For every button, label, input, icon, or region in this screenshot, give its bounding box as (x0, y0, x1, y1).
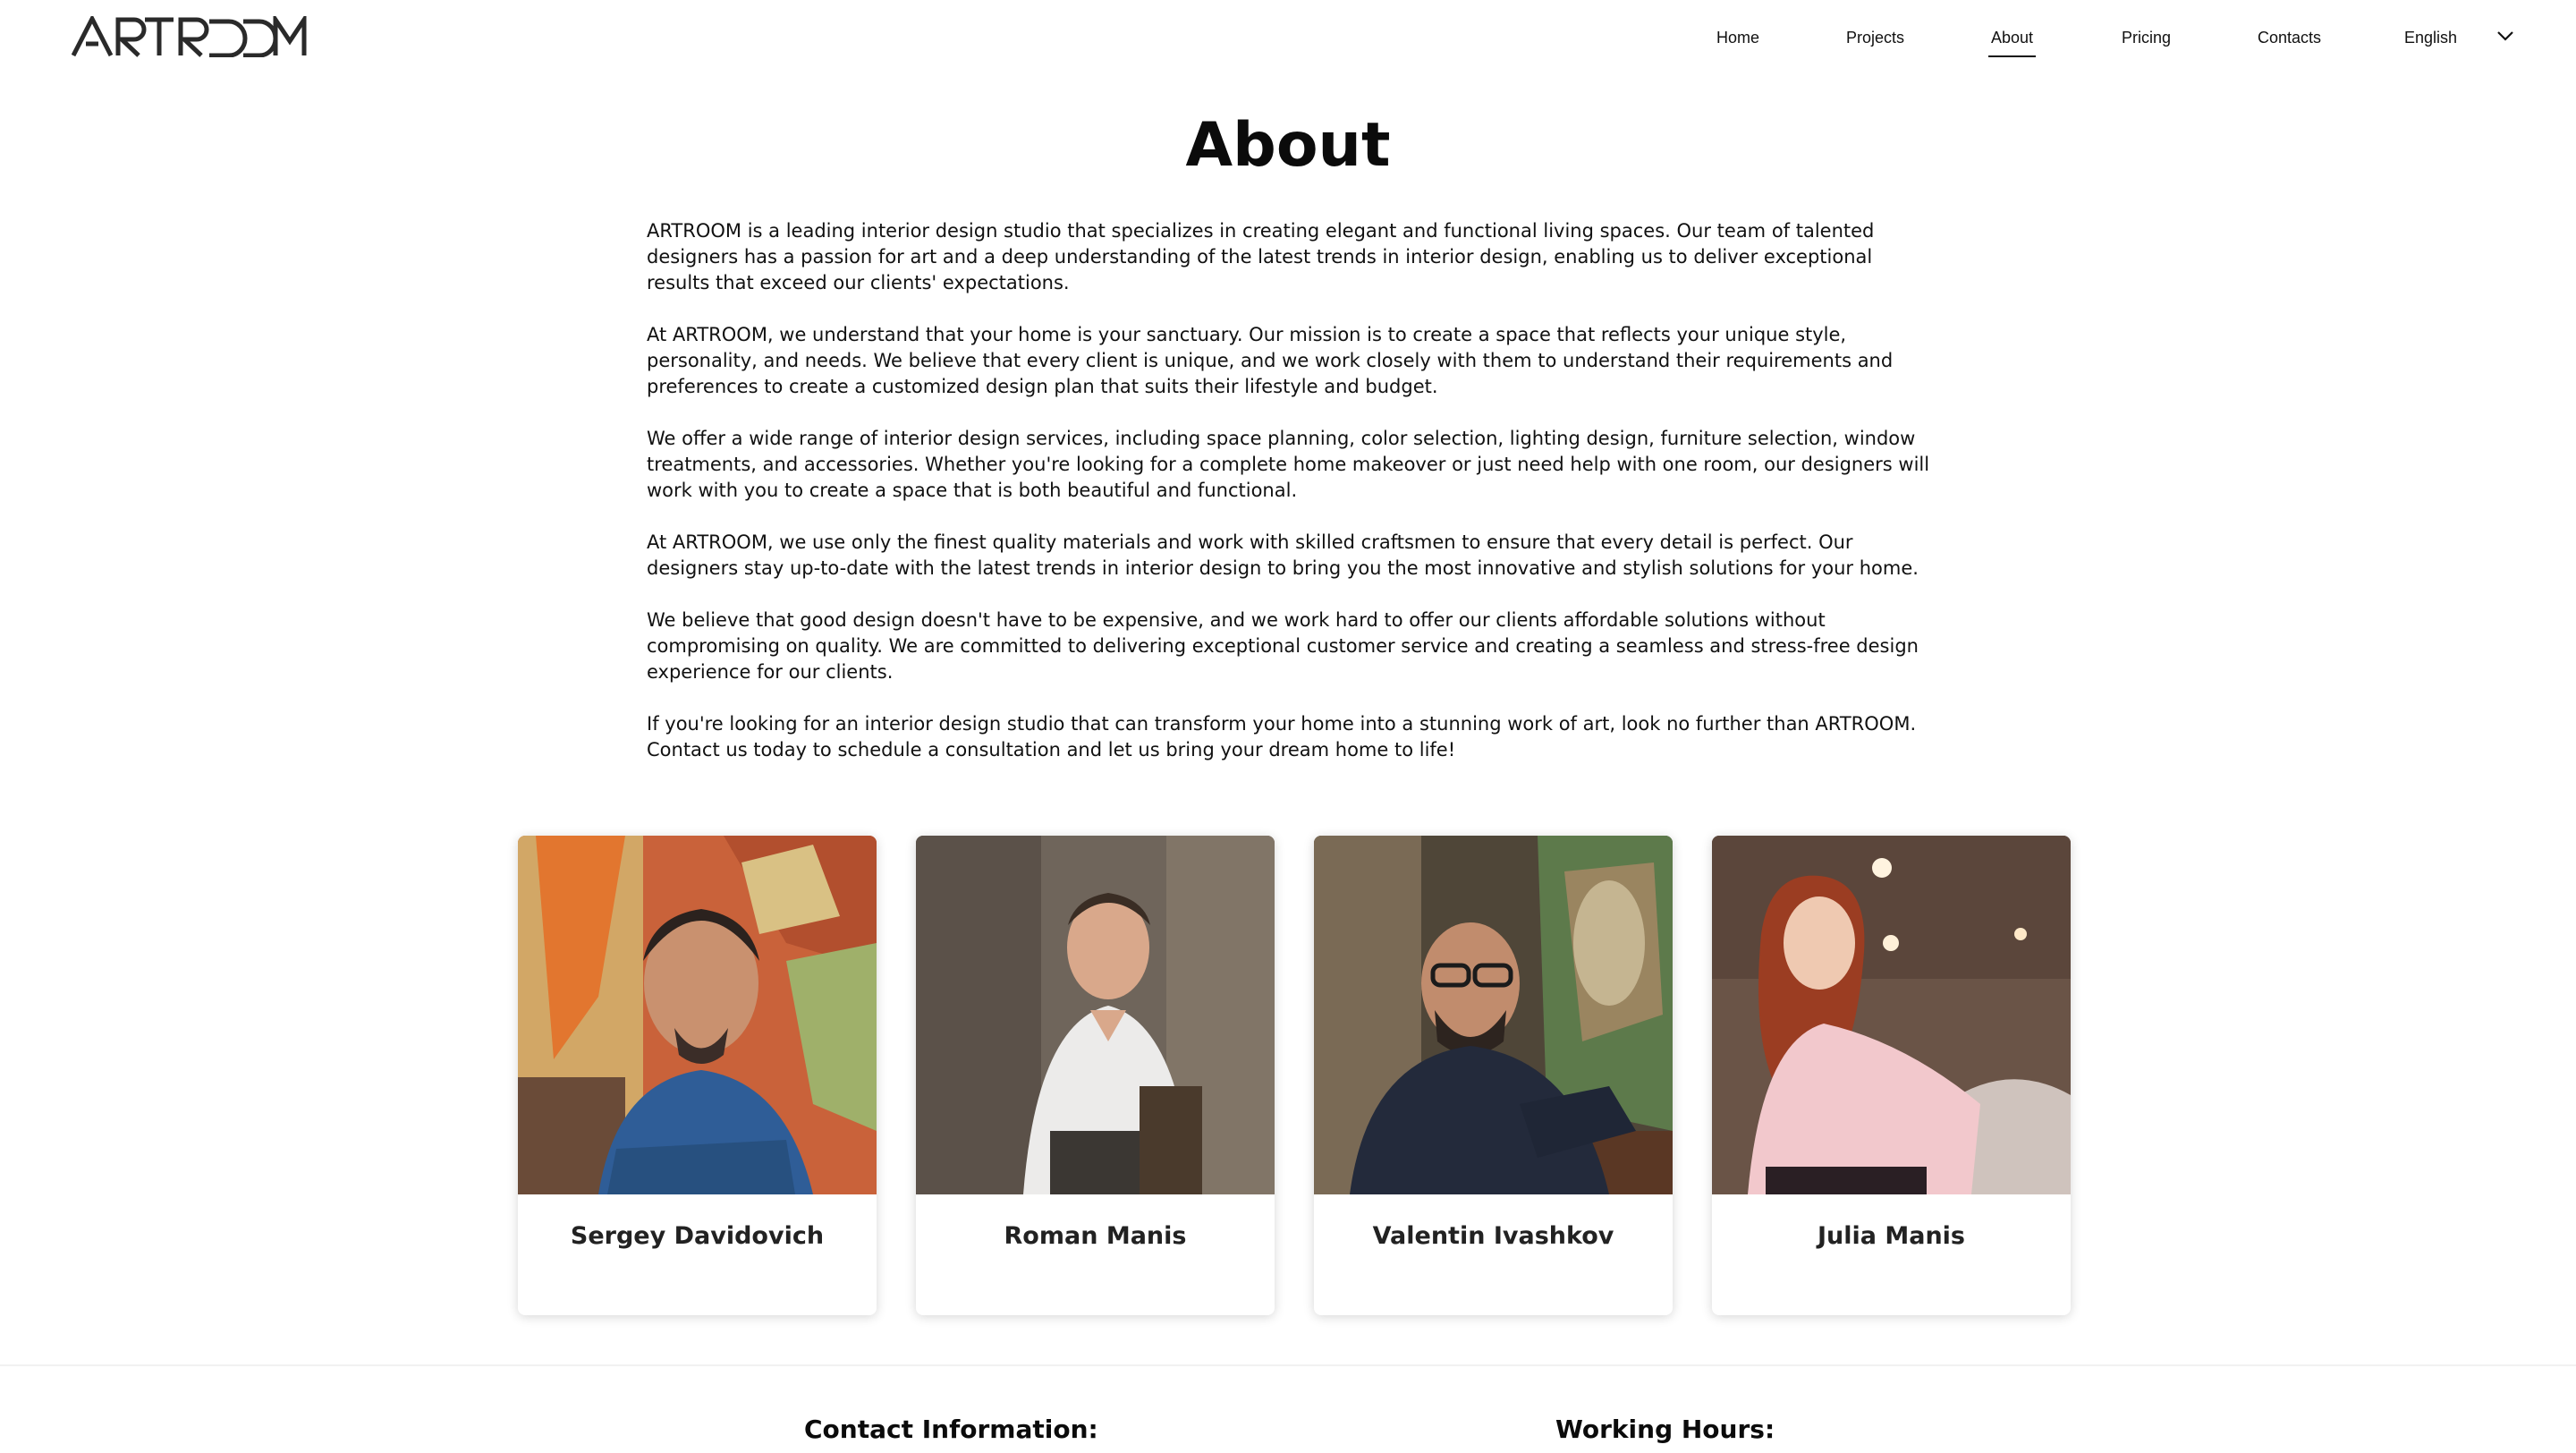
footer-divider (0, 1364, 2576, 1366)
about-paragraph: If you're looking for an interior design… (647, 713, 1917, 760)
page-title: About (1185, 110, 1391, 181)
nav-projects[interactable]: Projects (1846, 27, 1904, 48)
team-card[interactable]: Sergey Davidovich (518, 836, 877, 1315)
about-paragraph: We offer a wide range of interior design… (647, 428, 1930, 501)
team-photo (1712, 836, 2071, 1194)
team-photo (916, 836, 1275, 1194)
team-section: Sergey Davidovich Roman Manis Valentin I… (0, 836, 2576, 1317)
team-card[interactable]: Julia Manis (1712, 836, 2071, 1315)
team-photo (518, 836, 877, 1194)
contact-info-heading: Contact Information: (804, 1415, 1098, 1444)
team-card[interactable]: Valentin Ivashkov (1314, 836, 1673, 1315)
about-paragraph: ARTROOM is a leading interior design stu… (647, 220, 1875, 293)
team-card[interactable]: Roman Manis (916, 836, 1275, 1315)
about-description: ARTROOM is a leading interior design stu… (647, 218, 1935, 789)
team-member-name: Roman Manis (1004, 1222, 1187, 1250)
nav-about[interactable]: About (1987, 27, 2037, 57)
nav-contacts[interactable]: Contacts (2258, 27, 2321, 48)
team-member-name: Valentin Ivashkov (1372, 1222, 1614, 1250)
site-header: Home Projects About Pricing Contacts Eng… (0, 0, 2576, 81)
team-photo (1314, 836, 1673, 1194)
nav-home[interactable]: Home (1716, 27, 1759, 48)
about-paragraph: At ARTROOM, we understand that your home… (647, 324, 1894, 397)
team-member-name: Julia Manis (1817, 1222, 1966, 1250)
language-selected: English (2404, 29, 2458, 47)
about-paragraph: At ARTROOM, we use only the finest quali… (647, 531, 1919, 579)
working-hours-heading: Working Hours: (1555, 1415, 1775, 1444)
about-paragraph: We believe that good design doesn't have… (647, 609, 1919, 683)
main-nav: Home Projects About Pricing Contacts (0, 0, 2576, 81)
chevron-down-icon (2497, 31, 2513, 41)
team-member-name: Sergey Davidovich (570, 1222, 825, 1250)
nav-pricing[interactable]: Pricing (2122, 27, 2171, 48)
